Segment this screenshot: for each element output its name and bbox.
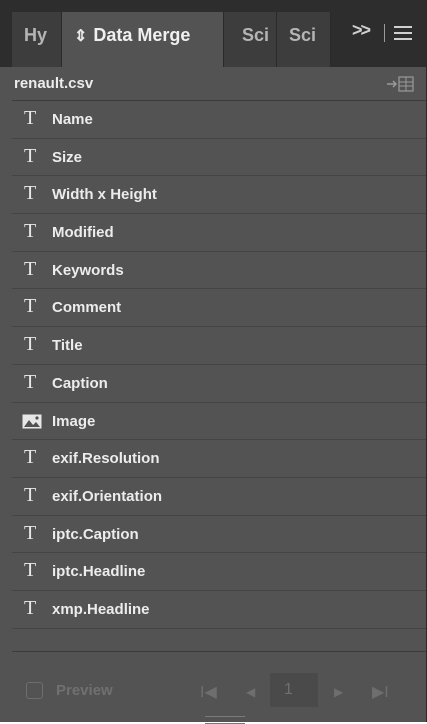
field-row[interactable]: T Name (12, 101, 426, 139)
field-label: exif.Resolution (52, 450, 160, 468)
preview-bar: Preview I◀ ◀ 1 ▶ ▶I (12, 651, 426, 724)
text-icon: T (24, 559, 37, 582)
text-icon: T (24, 483, 37, 506)
field-row[interactable]: T Size (12, 139, 426, 177)
tab-label: Sci (242, 25, 270, 45)
tab-label: Sci (289, 25, 317, 45)
data-source-bar: renault.csv (12, 67, 426, 101)
field-label: exif.Orientation (52, 487, 163, 505)
field-label: Width x Height (52, 186, 157, 204)
text-icon: T (24, 257, 37, 280)
tab-hyperlinks[interactable]: Hy (12, 12, 62, 67)
field-label: Comment (52, 299, 122, 317)
panel-tab-strip: Hy ⇕ Data Merge Sci Sci >> (0, 0, 426, 67)
field-row[interactable]: T Title (12, 327, 426, 365)
last-record-icon[interactable]: ▶I (372, 682, 389, 702)
field-list: T Name T Size T Width x Height T Modified T Keywo… (12, 101, 426, 651)
preview-label: Preview (56, 682, 113, 699)
image-icon (22, 414, 42, 428)
tab-script-2[interactable]: Sci (277, 12, 331, 67)
resize-grip[interactable] (205, 716, 245, 724)
field-row[interactable]: Tiptc.Headline (12, 553, 426, 591)
text-icon: T (24, 521, 37, 544)
field-row[interactable]: T Comment (12, 289, 426, 328)
preview-checkbox[interactable] (26, 682, 43, 699)
field-row[interactable]: Image (12, 403, 426, 441)
field-label: Modified (52, 224, 114, 242)
tab-label: Data Merge (93, 25, 191, 45)
record-number-field[interactable]: 1 (270, 673, 318, 707)
tab-script-1[interactable]: Sci (224, 12, 277, 67)
text-icon: T (24, 220, 37, 243)
panel-menu-icon[interactable] (394, 26, 412, 40)
field-label: Name (52, 111, 93, 128)
field-row[interactable]: T Caption (12, 365, 426, 403)
field-row[interactable]: Tiptc.Caption (12, 516, 426, 554)
field-label: Image (52, 412, 96, 430)
text-icon: T (24, 144, 37, 167)
text-icon: T (24, 295, 37, 318)
collapse-arrows-icon: ⇕ (74, 28, 88, 45)
field-label: xmp.Headline (52, 600, 150, 618)
field-label: Caption (52, 374, 108, 392)
next-record-icon[interactable]: ▶ (334, 685, 343, 699)
divider (384, 24, 385, 42)
data-merge-panel: Hy ⇕ Data Merge Sci Sci >> renault.csv TN… (0, 0, 427, 724)
field-label: Title (52, 337, 83, 355)
tab-label: Hy (24, 25, 48, 45)
field-label: Keywords (52, 261, 124, 279)
text-icon: T (24, 182, 37, 205)
text-icon: T (24, 333, 37, 356)
previous-record-icon[interactable]: ◀ (246, 685, 255, 699)
field-row[interactable]: T Width x Height (12, 176, 426, 215)
link-data-source-icon[interactable] (386, 75, 416, 93)
field-label: iptc.Caption (52, 525, 139, 543)
field-row[interactable]: Texif.Orientation (12, 478, 426, 516)
field-label: Size (52, 148, 83, 166)
text-icon: T (24, 107, 37, 129)
first-record-icon[interactable]: I◀ (200, 682, 217, 702)
text-icon: T (24, 446, 37, 469)
field-row[interactable]: T Modified (12, 214, 426, 252)
field-row[interactable]: T Keywords (12, 252, 426, 290)
text-icon: T (24, 370, 37, 393)
data-source-filename: renault.csv (14, 75, 94, 92)
text-icon: T (24, 596, 37, 619)
tab-data-merge[interactable]: ⇕ Data Merge (62, 12, 224, 67)
field-row[interactable]: Texif.Resolution (12, 440, 426, 478)
tab-overflow-icon[interactable]: >> (352, 20, 371, 41)
field-row[interactable]: Txmp.Headline (12, 591, 426, 629)
field-label: iptc.Headline (52, 563, 146, 581)
